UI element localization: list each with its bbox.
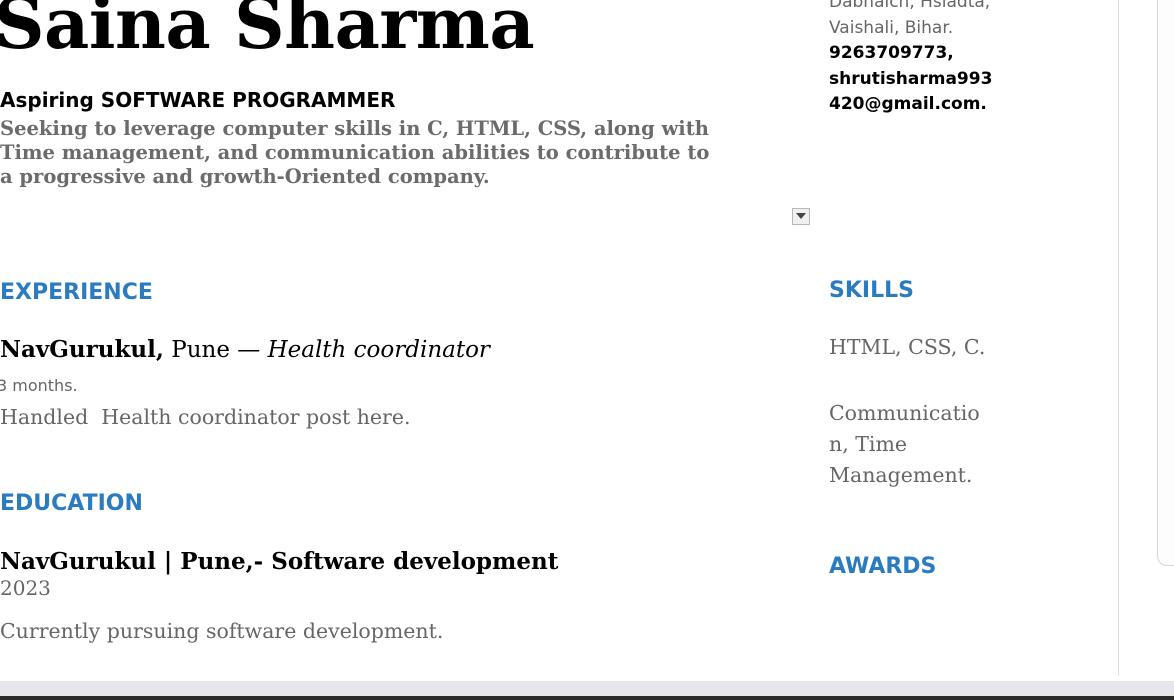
job-company: NavGurukul, <box>0 336 164 363</box>
resume-page: Saina Sharma Aspiring SOFTWARE PROGRAMME… <box>0 0 1118 676</box>
job-location: Pune — <box>163 337 268 363</box>
contact-info[interactable]: Dabhaich, Hsiadta, Vaishali, Bihar. 9263… <box>829 0 1004 118</box>
candidate-subtitle[interactable]: Aspiring SOFTWARE PROGRAMMER <box>0 88 395 112</box>
job-role: Health coordinator <box>267 337 490 363</box>
email-address: 420@gmail.com. <box>829 94 987 114</box>
skills-heading[interactable]: SKILLS <box>829 278 914 303</box>
education-institution[interactable]: NavGurukul | Pune,- Software development <box>0 548 558 575</box>
candidate-name[interactable]: Saina Sharma <box>0 0 535 65</box>
job-description[interactable]: Handled Health coordinator post here. <box>0 405 411 429</box>
skill-item-line: Communicatio <box>829 401 980 425</box>
side-panel-card <box>1157 0 1174 566</box>
job-duration[interactable]: 3 months. <box>0 376 78 395</box>
email-address: shrutisharma993 <box>829 68 993 89</box>
horizontal-scrollbar-track[interactable] <box>0 681 1174 696</box>
phone-number: 9263709773, <box>829 43 954 63</box>
experience-heading[interactable]: EXPERIENCE <box>0 280 153 305</box>
skill-item-line: Management. <box>829 463 973 487</box>
skill-item[interactable]: HTML, CSS, C. <box>829 335 985 359</box>
objective-line: Seeking to leverage computer skills in C… <box>0 117 709 140</box>
layout-options-button[interactable] <box>792 208 810 225</box>
dropdown-arrow-icon <box>796 213 806 219</box>
education-description[interactable]: Currently pursuing software development. <box>0 619 443 643</box>
address-line: Dabhaich, Hsiadta, <box>829 0 991 12</box>
side-panel <box>1119 0 1174 676</box>
objective-line: Time management, and communication abili… <box>0 141 710 164</box>
career-objective[interactable]: Seeking to leverage computer skills in C… <box>0 117 710 189</box>
job-title-line[interactable]: NavGurukul, Pune — Health coordinator <box>0 336 490 363</box>
skill-item-line: n, Time <box>829 432 908 456</box>
education-heading[interactable]: EDUCATION <box>0 491 143 516</box>
objective-line: a progressive and growth-Oriented compan… <box>0 165 490 188</box>
education-year[interactable]: 2023 <box>0 576 51 600</box>
skill-item[interactable]: Communicatio n, Time Management. <box>829 398 989 491</box>
window-bottom-border <box>0 696 1174 700</box>
awards-heading[interactable]: AWARDS <box>829 554 936 579</box>
address-line: Vaishali, Bihar. <box>829 17 954 38</box>
